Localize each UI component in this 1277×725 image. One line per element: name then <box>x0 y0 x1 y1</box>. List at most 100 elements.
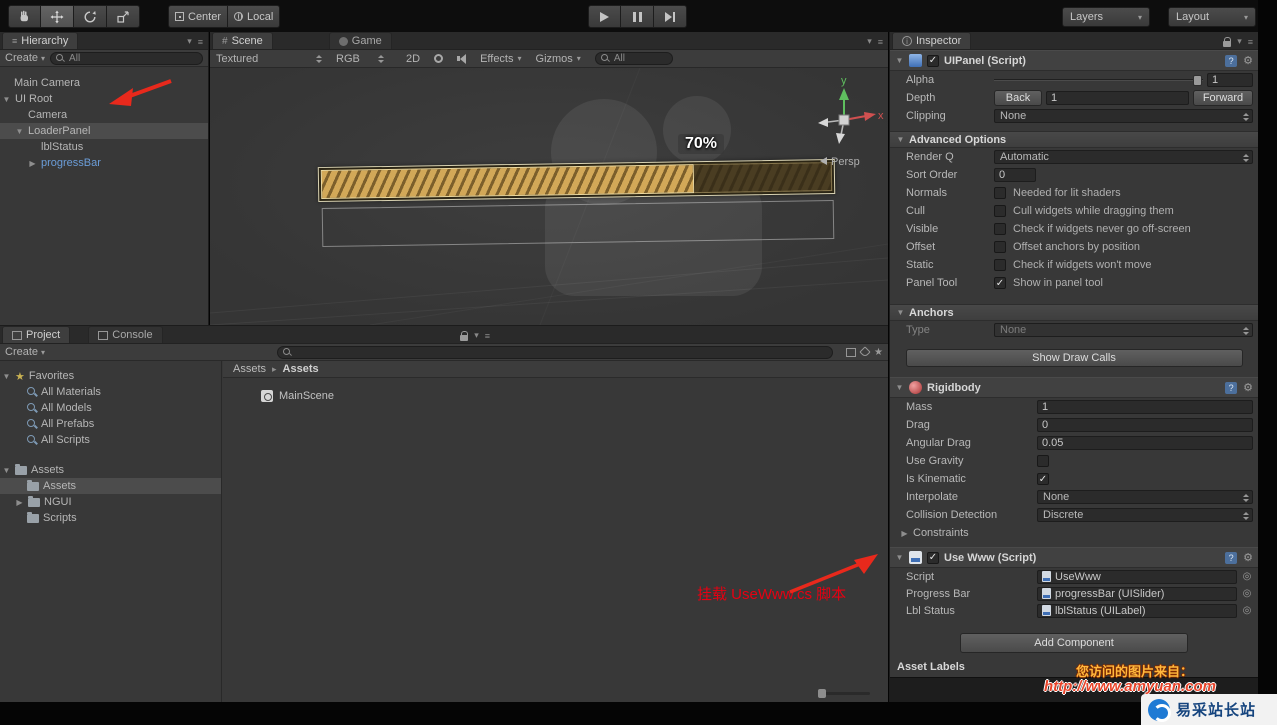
angular-drag-field[interactable]: 0.05 <box>1037 436 1253 450</box>
render-channel-dropdown[interactable]: RGB <box>336 53 384 65</box>
asset-pack-icon[interactable] <box>846 347 857 357</box>
hierarchy-item-lblstatus[interactable]: lblStatus <box>0 139 208 155</box>
tab-project[interactable]: Project <box>2 326 71 343</box>
anchor-type-dropdown[interactable]: None <box>994 323 1253 337</box>
help-icon[interactable]: ? <box>1225 551 1238 564</box>
help-icon[interactable]: ? <box>1225 381 1238 394</box>
tab-inspector[interactable]: i Inspector <box>892 32 972 49</box>
hierarchy-item-main-camera[interactable]: Main Camera <box>0 75 208 91</box>
favorite-all-scripts[interactable]: All Scripts <box>0 432 221 448</box>
panel-dropdown-icon[interactable]: ▾ <box>187 36 192 47</box>
uipanel-component-header[interactable]: ▼ UIPanel (Script) ? ⚙ <box>890 50 1258 71</box>
hierarchy-item-progressbar[interactable]: ▶ progressBar <box>0 155 208 171</box>
interpolate-dropdown[interactable]: None <box>1037 490 1253 504</box>
move-tool-button[interactable] <box>41 5 74 28</box>
foldout-open-icon[interactable]: ▼ <box>895 383 904 392</box>
foldout-open-icon[interactable]: ▼ <box>2 466 11 475</box>
tab-hierarchy[interactable]: ≡ Hierarchy <box>2 32 79 49</box>
panel-tool-checkbox[interactable] <box>994 277 1006 289</box>
help-icon[interactable]: ? <box>1225 54 1238 67</box>
panel-menu-icon[interactable]: ≡ <box>198 37 203 47</box>
play-button[interactable] <box>588 5 621 28</box>
object-picker-icon[interactable]: ◎ <box>1241 588 1253 599</box>
scene-search-input[interactable]: All <box>594 52 673 65</box>
2d-toggle-button[interactable]: 2D <box>406 53 420 65</box>
object-picker-icon[interactable]: ◎ <box>1241 605 1253 616</box>
favorites-root[interactable]: ▼ ★ Favorites <box>0 368 221 384</box>
foldout-open-icon[interactable]: ▼ <box>895 553 904 562</box>
space-toggle-button[interactable]: Local <box>228 5 281 28</box>
folder-assets[interactable]: Assets <box>0 478 221 494</box>
add-component-button[interactable]: Add Component <box>960 633 1188 653</box>
depth-forward-button[interactable]: Forward <box>1193 90 1253 106</box>
show-draw-calls-button[interactable]: Show Draw Calls <box>905 349 1243 367</box>
depth-value-field[interactable]: 1 <box>1046 91 1189 105</box>
folder-ngui[interactable]: ▶ NGUI <box>0 494 221 510</box>
hierarchy-create-button[interactable]: Create ▾ <box>5 52 45 64</box>
favorite-all-materials[interactable]: All Materials <box>0 384 221 400</box>
scene-canvas[interactable]: 70% y x Persp <box>210 68 888 325</box>
asset-mainscene[interactable]: MainScene <box>261 388 888 404</box>
lighting-toggle-button[interactable] <box>434 54 444 63</box>
foldout-open-icon[interactable]: ▼ <box>15 127 24 136</box>
lbl-status-object-field[interactable]: lblStatus (UILabel) <box>1037 603 1237 618</box>
project-create-button[interactable]: Create ▾ <box>5 346 45 358</box>
assets-root[interactable]: ▼ Assets <box>0 462 221 478</box>
scale-tool-button[interactable] <box>107 5 140 28</box>
panel-dropdown-icon[interactable]: ▾ <box>474 330 479 341</box>
constraints-foldout[interactable]: ▶ Constraints <box>890 524 1258 542</box>
offset-checkbox[interactable] <box>994 241 1006 253</box>
usewww-component-header[interactable]: ▼ Use Www (Script) ? ⚙ <box>890 547 1258 568</box>
depth-back-button[interactable]: Back <box>994 90 1042 106</box>
alpha-slider[interactable] <box>994 73 1203 87</box>
render-queue-dropdown[interactable]: Automatic <box>994 150 1253 164</box>
pivot-toggle-button[interactable]: Center <box>168 5 229 28</box>
panel-menu-icon[interactable]: ≡ <box>485 331 490 341</box>
persp-label[interactable]: Persp <box>831 156 860 168</box>
favorite-all-models[interactable]: All Models <box>0 400 221 416</box>
object-picker-icon[interactable]: ◎ <box>1241 571 1253 582</box>
audio-toggle-button[interactable] <box>457 53 467 64</box>
gizmos-dropdown[interactable]: Gizmos ▾ <box>536 53 581 65</box>
is-kinematic-checkbox[interactable] <box>1037 473 1049 485</box>
slider-knob[interactable] <box>818 689 826 698</box>
foldout-open-icon[interactable]: ▼ <box>895 56 904 65</box>
effects-dropdown[interactable]: Effects ▾ <box>480 53 521 65</box>
lock-icon[interactable] <box>460 330 469 341</box>
layers-dropdown[interactable]: Layers ▾ <box>1062 7 1150 27</box>
folder-scripts[interactable]: Scripts <box>0 510 221 526</box>
rigidbody-component-header[interactable]: ▼ Rigidbody ? ⚙ <box>890 377 1258 398</box>
tab-game[interactable]: Game <box>328 32 392 49</box>
favorite-all-prefabs[interactable]: All Prefabs <box>0 416 221 432</box>
project-search-input[interactable] <box>277 345 834 359</box>
shading-mode-dropdown[interactable]: Textured <box>216 53 322 65</box>
progress-bar-object-field[interactable]: progressBar (UISlider) <box>1037 586 1237 601</box>
drag-field[interactable]: 0 <box>1037 418 1253 432</box>
rotate-tool-button[interactable] <box>74 5 107 28</box>
layout-dropdown[interactable]: Layout ▾ <box>1168 7 1256 27</box>
lock-icon[interactable] <box>1223 36 1232 47</box>
thumbnail-zoom-slider[interactable] <box>818 689 870 698</box>
slider-knob[interactable] <box>1193 75 1202 86</box>
panel-menu-icon[interactable]: ≡ <box>1248 37 1253 47</box>
hierarchy-item-ui-root[interactable]: ▼ UI Root <box>0 91 208 107</box>
foldout-closed-icon[interactable]: ▶ <box>28 159 37 168</box>
script-object-field[interactable]: UseWww <box>1037 569 1237 584</box>
favorites-filter-icon[interactable]: ★ <box>874 347 883 358</box>
panel-menu-icon[interactable]: ≡ <box>878 37 883 47</box>
foldout-open-icon[interactable]: ▼ <box>2 372 11 381</box>
label-filter-icon[interactable] <box>859 346 871 358</box>
step-button[interactable] <box>654 5 687 28</box>
hierarchy-search-input[interactable]: All <box>50 51 203 65</box>
sort-order-field[interactable]: 0 <box>994 168 1036 182</box>
collision-detection-dropdown[interactable]: Discrete <box>1037 508 1253 522</box>
gear-icon[interactable]: ⚙ <box>1243 551 1253 564</box>
panel-dropdown-icon[interactable]: ▾ <box>867 36 872 47</box>
breadcrumb-root[interactable]: Assets <box>233 363 266 375</box>
visible-checkbox[interactable] <box>994 223 1006 235</box>
tab-console[interactable]: Console <box>88 326 163 343</box>
anchors-header[interactable]: ▼ Anchors <box>890 304 1258 321</box>
foldout-closed-icon[interactable]: ▶ <box>15 498 24 507</box>
alpha-value-field[interactable]: 1 <box>1207 73 1253 87</box>
cull-checkbox[interactable] <box>994 205 1006 217</box>
